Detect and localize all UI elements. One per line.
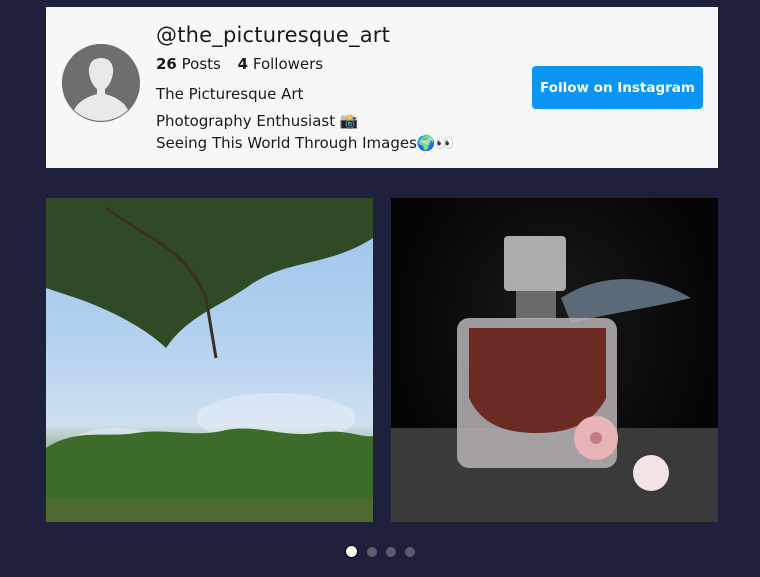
profile-card: @the_picturesque_art 26 Posts 4 Follower… — [46, 7, 718, 168]
display-name: The Picturesque Art — [156, 85, 304, 103]
carousel-pagination — [345, 545, 415, 558]
gallery-image-1[interactable] — [46, 198, 373, 522]
followers-stat: 4 Followers — [238, 55, 323, 73]
user-silhouette-icon — [62, 44, 140, 122]
follow-on-instagram-button[interactable]: Follow on Instagram — [532, 66, 703, 109]
profile-handle[interactable]: @the_picturesque_art — [156, 21, 454, 49]
carousel-dot-1[interactable] — [345, 545, 358, 558]
perfume-bottle-photo — [391, 236, 718, 522]
bio: Photography Enthusiast 📸 Seeing This Wor… — [156, 110, 454, 154]
carousel-dot-2[interactable] — [367, 546, 377, 557]
posts-stat: 26 Posts — [156, 55, 226, 73]
posts-label: Posts — [181, 55, 221, 73]
trees-sky-photo — [46, 198, 373, 522]
profile-info: @the_picturesque_art 26 Posts 4 Follower… — [156, 21, 454, 154]
followers-label: Followers — [252, 55, 324, 73]
carousel-dot-4[interactable] — [405, 546, 415, 557]
avatar[interactable] — [62, 44, 140, 122]
bio-line-2: Seeing This World Through Images🌍👀 — [156, 134, 455, 152]
posts-count: 26 — [156, 55, 177, 73]
profile-stats: 26 Posts 4 Followers — [156, 54, 454, 74]
bio-line-1: Photography Enthusiast 📸 — [156, 112, 359, 130]
carousel-dot-3[interactable] — [386, 546, 396, 557]
gallery-image-2[interactable] — [391, 198, 718, 522]
followers-count: 4 — [237, 55, 249, 73]
